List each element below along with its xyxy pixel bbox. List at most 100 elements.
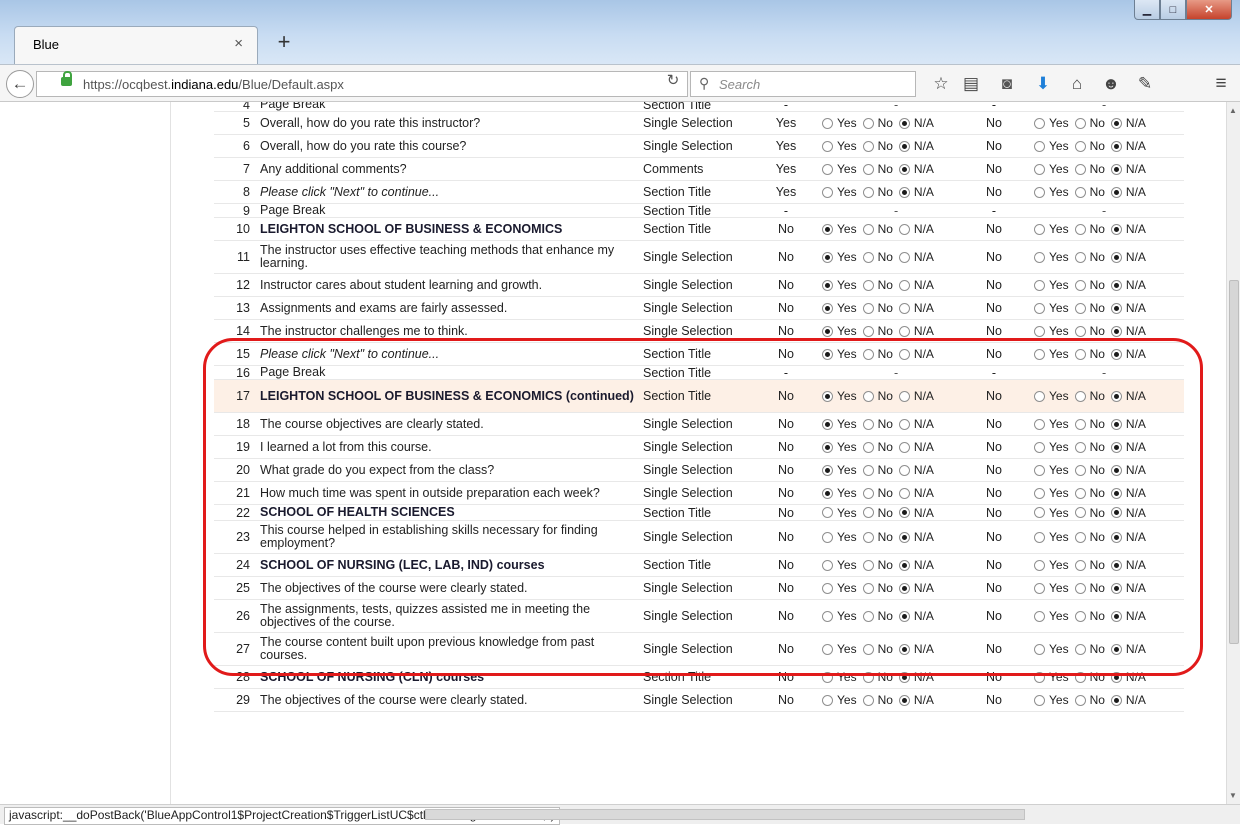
radio-yes[interactable]: Yes bbox=[1034, 185, 1069, 199]
radio-button[interactable] bbox=[822, 279, 833, 291]
radio-button[interactable] bbox=[1074, 186, 1086, 198]
radio-na[interactable]: N/A bbox=[898, 581, 934, 595]
radio-button[interactable] bbox=[862, 325, 874, 337]
radio-button[interactable] bbox=[822, 140, 833, 152]
radio-na[interactable]: N/A bbox=[898, 347, 934, 361]
radio-yes[interactable]: Yes bbox=[822, 670, 857, 684]
radio-no[interactable]: No bbox=[1074, 162, 1105, 176]
radio-no[interactable]: No bbox=[1074, 185, 1105, 199]
radio-button[interactable] bbox=[862, 531, 874, 543]
radio-no[interactable]: No bbox=[862, 116, 893, 130]
radio-button[interactable] bbox=[1110, 643, 1122, 655]
radio-no[interactable]: No bbox=[1074, 222, 1105, 236]
radio-yes[interactable]: Yes bbox=[1034, 389, 1069, 403]
radio-button[interactable] bbox=[898, 643, 910, 655]
maximize-button[interactable]: □ bbox=[1160, 0, 1186, 20]
radio-yes[interactable]: Yes bbox=[1034, 463, 1069, 477]
radio-na[interactable]: N/A bbox=[1110, 347, 1146, 361]
radio-yes[interactable]: Yes bbox=[822, 609, 857, 623]
radio-button[interactable] bbox=[822, 694, 833, 706]
radio-button[interactable] bbox=[822, 441, 833, 453]
radio-no[interactable]: No bbox=[862, 222, 893, 236]
radio-yes[interactable]: Yes bbox=[822, 581, 857, 595]
radio-button[interactable] bbox=[1110, 163, 1122, 175]
radio-na[interactable]: N/A bbox=[1110, 670, 1146, 684]
radio-no[interactable]: No bbox=[1074, 440, 1105, 454]
tab-close-icon[interactable]: × bbox=[234, 35, 243, 52]
radio-na[interactable]: N/A bbox=[898, 389, 934, 403]
radio-button[interactable] bbox=[1074, 531, 1086, 543]
bookmarks-list-icon[interactable]: ▤ bbox=[960, 73, 982, 95]
minimize-button[interactable]: ▁ bbox=[1134, 0, 1160, 20]
radio-yes[interactable]: Yes bbox=[1034, 506, 1069, 520]
radio-button[interactable] bbox=[822, 418, 833, 430]
radio-button[interactable] bbox=[1110, 582, 1122, 594]
radio-button[interactable] bbox=[862, 348, 874, 360]
radio-button[interactable] bbox=[1034, 325, 1045, 337]
radio-button[interactable] bbox=[822, 163, 833, 175]
radio-button[interactable] bbox=[1074, 348, 1086, 360]
radio-button[interactable] bbox=[1110, 223, 1122, 235]
radio-no[interactable]: No bbox=[862, 162, 893, 176]
radio-no[interactable]: No bbox=[1074, 693, 1105, 707]
radio-button[interactable] bbox=[1034, 531, 1045, 543]
address-bar[interactable]: https://ocqbest.indiana.edu/Blue/Default… bbox=[36, 71, 688, 97]
radio-button[interactable] bbox=[1074, 582, 1086, 594]
radio-no[interactable]: No bbox=[1074, 486, 1105, 500]
radio-button[interactable] bbox=[1074, 671, 1086, 683]
radio-na[interactable]: N/A bbox=[898, 222, 934, 236]
radio-na[interactable]: N/A bbox=[1110, 250, 1146, 264]
radio-button[interactable] bbox=[822, 464, 833, 476]
radio-button[interactable] bbox=[1110, 441, 1122, 453]
radio-na[interactable]: N/A bbox=[898, 162, 934, 176]
radio-no[interactable]: No bbox=[1074, 506, 1105, 520]
radio-button[interactable] bbox=[862, 279, 874, 291]
horizontal-scrollbar-thumb[interactable] bbox=[425, 809, 1025, 820]
radio-button[interactable] bbox=[1034, 279, 1045, 291]
radio-button[interactable] bbox=[862, 643, 874, 655]
radio-button[interactable] bbox=[898, 582, 910, 594]
radio-button[interactable] bbox=[1034, 582, 1045, 594]
radio-button[interactable] bbox=[898, 163, 910, 175]
radio-yes[interactable]: Yes bbox=[822, 417, 857, 431]
radio-no[interactable]: No bbox=[862, 278, 893, 292]
radio-button[interactable] bbox=[1110, 117, 1122, 129]
radio-yes[interactable]: Yes bbox=[822, 324, 857, 338]
radio-button[interactable] bbox=[862, 559, 874, 571]
radio-button[interactable] bbox=[822, 531, 833, 543]
radio-button[interactable] bbox=[1074, 610, 1086, 622]
radio-no[interactable]: No bbox=[862, 506, 893, 520]
radio-na[interactable]: N/A bbox=[1110, 530, 1146, 544]
radio-yes[interactable]: Yes bbox=[822, 250, 857, 264]
radio-button[interactable] bbox=[862, 140, 874, 152]
radio-button[interactable] bbox=[1034, 418, 1045, 430]
radio-button[interactable] bbox=[1034, 441, 1045, 453]
radio-button[interactable] bbox=[1110, 559, 1122, 571]
chat-icon[interactable]: ☻ bbox=[1100, 73, 1122, 95]
radio-yes[interactable]: Yes bbox=[1034, 222, 1069, 236]
radio-button[interactable] bbox=[1034, 390, 1045, 402]
radio-no[interactable]: No bbox=[1074, 116, 1105, 130]
radio-na[interactable]: N/A bbox=[1110, 609, 1146, 623]
radio-button[interactable] bbox=[822, 223, 833, 235]
radio-button[interactable] bbox=[1110, 302, 1122, 314]
radio-yes[interactable]: Yes bbox=[1034, 417, 1069, 431]
radio-button[interactable] bbox=[1110, 418, 1122, 430]
radio-yes[interactable]: Yes bbox=[1034, 670, 1069, 684]
radio-no[interactable]: No bbox=[862, 693, 893, 707]
radio-button[interactable] bbox=[1074, 117, 1086, 129]
downloads-icon[interactable]: ⬇ bbox=[1032, 73, 1054, 95]
radio-yes[interactable]: Yes bbox=[822, 278, 857, 292]
radio-no[interactable]: No bbox=[1074, 463, 1105, 477]
radio-yes[interactable]: Yes bbox=[822, 530, 857, 544]
radio-na[interactable]: N/A bbox=[1110, 642, 1146, 656]
radio-button[interactable] bbox=[1034, 223, 1045, 235]
radio-yes[interactable]: Yes bbox=[1034, 278, 1069, 292]
radio-button[interactable] bbox=[1074, 223, 1086, 235]
radio-button[interactable] bbox=[1034, 163, 1045, 175]
scroll-up-arrow-icon[interactable]: ▲ bbox=[1229, 106, 1237, 115]
radio-yes[interactable]: Yes bbox=[1034, 440, 1069, 454]
radio-na[interactable]: N/A bbox=[1110, 506, 1146, 520]
radio-no[interactable]: No bbox=[862, 581, 893, 595]
radio-na[interactable]: N/A bbox=[898, 250, 934, 264]
